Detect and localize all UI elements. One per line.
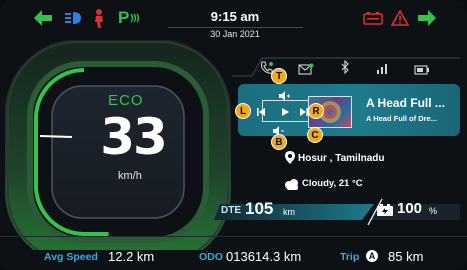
parking-brake-icon: P (118, 6, 140, 30)
bluetooth-icon[interactable] (338, 59, 352, 79)
trip-label: Trip (340, 251, 360, 263)
side-stand-warning-icon (92, 6, 106, 30)
location-pin-icon (285, 151, 295, 169)
message-icon[interactable] (298, 62, 314, 80)
volume-up-icon[interactable] (278, 88, 290, 106)
cloudy-weather-icon (284, 177, 300, 195)
previous-track-icon[interactable] (256, 104, 266, 122)
trip-info-bar: Avg Speed 12.2 km ODO 013614.3 km Trip A… (0, 244, 467, 270)
dte-label: DTE (221, 205, 241, 216)
speed-unit: km/h (118, 170, 142, 182)
avg-speed-value: 12.2 km (108, 249, 155, 264)
warning-icon (391, 6, 409, 30)
dte-unit: km (283, 207, 295, 217)
headlight-icon (64, 6, 82, 30)
location-text: Hosur , Tamilnadu (298, 153, 385, 164)
battery-unit: % (429, 206, 438, 216)
ride-mode-label: ECO (108, 92, 144, 109)
clock-date: 30 Jan 2021 (210, 29, 260, 39)
speed-value: 33 (100, 108, 168, 166)
connectivity-row (232, 56, 460, 78)
battery-value: 100 (397, 200, 423, 217)
hint-badge-center: C (307, 127, 323, 143)
status-bar: P 9:15 am 30 Jan 2021 (0, 0, 467, 44)
battery-charging-icon (376, 203, 394, 221)
parking-label: P (118, 8, 130, 27)
weather-text: Cloudy, 21 °C (302, 178, 363, 189)
left-turn-indicator-icon (34, 6, 52, 30)
dte-value: 105 (245, 199, 274, 218)
trip-value: 85 km (388, 249, 424, 264)
clock-time: 9:15 am (210, 9, 260, 24)
hint-badge-left: L (235, 103, 251, 119)
trip-selector-badge[interactable]: A (366, 250, 378, 262)
track-subtitle: A Head Full of Dre... (366, 114, 437, 123)
right-turn-indicator-icon (418, 6, 436, 30)
odo-value: 013614.3 km (226, 249, 302, 264)
dashboard-screen: P 9:15 am 30 Jan 2021 ECO 33 km/h A Head… (0, 0, 467, 270)
play-icon[interactable] (280, 104, 290, 122)
battery-fault-icon (363, 6, 383, 30)
divider (168, 27, 303, 28)
hint-badge-bottom: B (271, 134, 287, 150)
hint-badge-right: R (308, 103, 324, 119)
odo-label: ODO (199, 251, 223, 263)
track-title: A Head Full ... (366, 96, 445, 110)
phone-battery-icon (414, 62, 430, 80)
signal-strength-icon (376, 61, 390, 79)
divider (0, 236, 467, 237)
avg-speed-label: Avg Speed (44, 251, 98, 263)
hint-badge-top: T (271, 68, 287, 84)
